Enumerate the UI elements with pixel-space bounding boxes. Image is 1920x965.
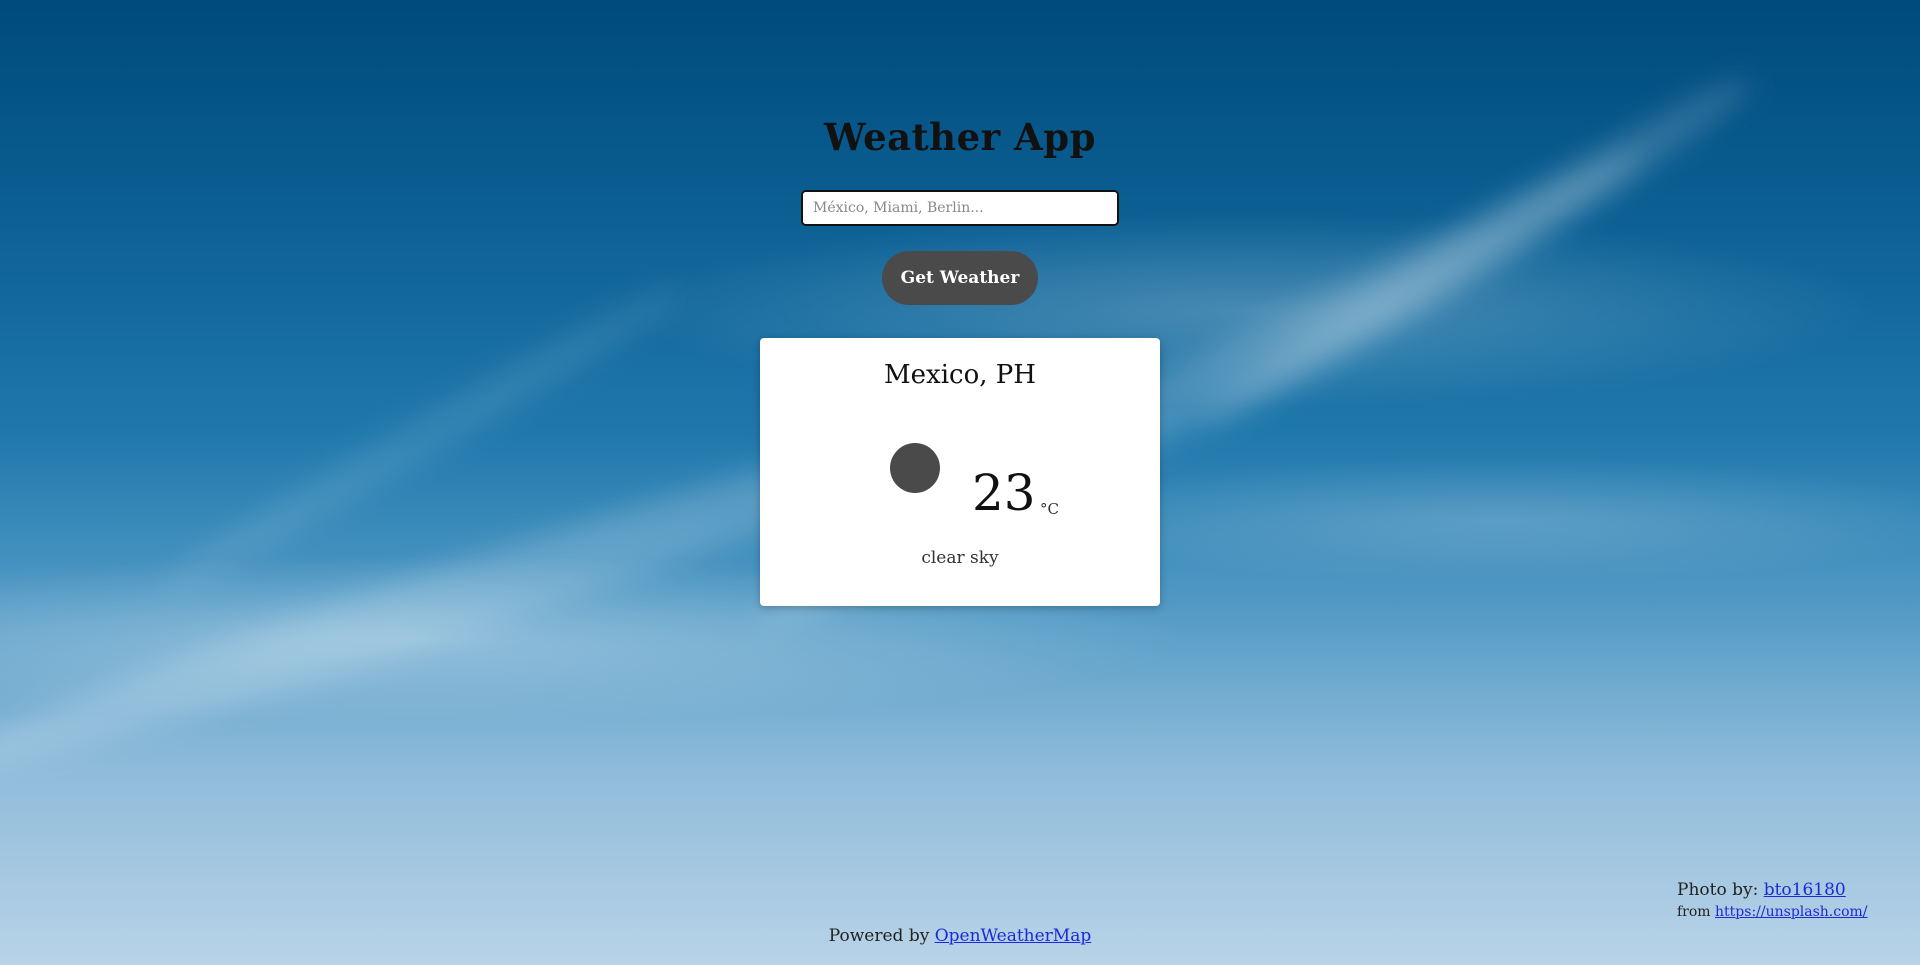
- unsplash-link[interactable]: https://unsplash.com/: [1715, 904, 1867, 920]
- city-search-input[interactable]: [801, 190, 1119, 226]
- temperature-value: 23: [972, 464, 1036, 522]
- weather-description: clear sky: [921, 548, 999, 568]
- photo-source-prefix: from: [1677, 904, 1716, 920]
- footer-prefix: Powered by: [828, 926, 935, 946]
- weather-icon: [890, 443, 940, 493]
- main-column: Weather App Get Weather Mexico, PH 23 °C…: [0, 0, 1920, 606]
- page-title: Weather App: [824, 115, 1096, 159]
- photo-credit-prefix: Photo by:: [1677, 880, 1764, 900]
- photo-author-link[interactable]: bto16180: [1764, 880, 1846, 900]
- get-weather-button[interactable]: Get Weather: [882, 251, 1038, 305]
- temperature-unit: °C: [1040, 500, 1059, 518]
- photo-credit: Photo by: bto16180 from https://unsplash…: [1677, 880, 1868, 920]
- location-label: Mexico, PH: [884, 360, 1036, 390]
- weather-card: Mexico, PH 23 °C clear sky: [760, 338, 1160, 606]
- openweathermap-link[interactable]: OpenWeatherMap: [935, 926, 1092, 946]
- footer: Powered by OpenWeatherMap: [0, 926, 1920, 946]
